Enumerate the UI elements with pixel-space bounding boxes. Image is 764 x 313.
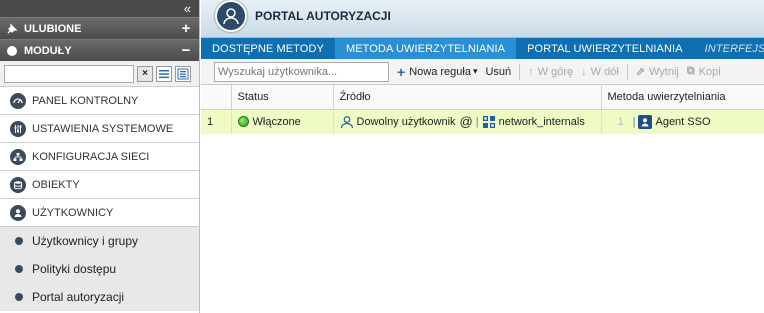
arrow-up-icon: ↑ [528, 65, 534, 78]
submenu-item-label: Portal autoryzacji [32, 290, 125, 304]
move-up-label: W górę [537, 65, 574, 78]
network-objects-icon [482, 115, 496, 129]
delete-button[interactable]: Usuń [485, 66, 511, 78]
menu-item-dashboard[interactable]: PANEL KONTROLNY [0, 87, 199, 115]
new-rule-label: Nowa reguła [409, 65, 471, 78]
tab-available-methods[interactable]: DOSTĘPNE METODY [201, 38, 335, 59]
clear-search-button[interactable]: × [137, 65, 153, 82]
move-up-button[interactable]: ↑ W górę [528, 66, 573, 78]
source-network: network_internals [498, 115, 585, 128]
main-panel: PORTAL AUTORYZACJI DOSTĘPNE METODY METOD… [201, 0, 764, 313]
new-rule-button[interactable]: + Nowa reguła ▾ [397, 64, 477, 80]
status-text: Włączone [252, 115, 301, 128]
at-sign: @ [459, 114, 473, 130]
list-view-icon[interactable] [156, 65, 172, 82]
menu-item-label: USTAWIENIA SYSTEMOWE [32, 122, 174, 135]
favorites-header[interactable]: ULUBIONE + [0, 17, 199, 39]
menu-item-objects[interactable]: OBIEKTY [0, 171, 199, 199]
menu-item-system-settings[interactable]: USTAWIENIA SYSTEMOWE [0, 115, 199, 143]
column-header-index[interactable] [201, 85, 232, 110]
column-header-status[interactable]: Status [231, 85, 334, 110]
table-row[interactable]: 1 Włączone Dowolny użytkownik @ | networ… [201, 109, 764, 134]
cut-label: Wytnij [648, 65, 679, 78]
menu-item-label: OBIEKTY [32, 178, 80, 191]
copy-label: Kopi [698, 65, 721, 78]
favorites-label: ULUBIONE [24, 22, 82, 35]
sidebar: « ULUBIONE + MODUŁY − × PANEL KONTROLNY … [0, 0, 200, 313]
tab-internal-interfaces[interactable]: INTERFEJSY WEWN [694, 38, 764, 59]
bullet-icon [15, 237, 23, 245]
status-cell: Włączone [231, 109, 334, 134]
move-down-label: W dół [590, 65, 619, 78]
method-name: Agent SSO [655, 115, 711, 128]
method-cell: 1 | Agent SSO [601, 109, 764, 134]
separator: | [632, 115, 636, 128]
chevron-down-icon: ▾ [472, 66, 478, 76]
method-index: 1 [617, 115, 624, 128]
column-header-method[interactable]: Metoda uwierzytelniania [601, 85, 764, 110]
tab-auth-method[interactable]: METODA UWIERZYTELNIANIA [334, 38, 517, 59]
toolbar-divider [519, 63, 521, 80]
copy-icon: ⧉ [686, 65, 695, 77]
cut-icon: ⇗ [635, 66, 645, 78]
copy-button[interactable]: ⧉ Kopi [687, 65, 721, 78]
menu-item-users[interactable]: UŻYTKOWNICY [0, 199, 199, 227]
module-search-input[interactable] [4, 64, 134, 83]
submenu-item-label: Polityki dostępu [32, 262, 117, 276]
submenu-item-auth-portal[interactable]: Portal autoryzacji [0, 283, 199, 311]
menu-item-network-config[interactable]: KONFIGURACJA SIECI [0, 143, 199, 171]
menu-item-label: PANEL KONTROLNY [32, 94, 139, 107]
submenu-item-access-policies[interactable]: Polityki dostępu [0, 255, 199, 283]
move-down-button[interactable]: ↓ W dół [581, 66, 619, 78]
submenu-item-label: Użytkownicy i grupy [32, 234, 139, 248]
menu-item-label: KONFIGURACJA SIECI [32, 150, 150, 163]
dashboard-icon [10, 92, 26, 109]
arrow-down-icon: ↓ [581, 65, 587, 78]
source-user: Dowolny użytkownik [356, 115, 456, 128]
pin-icon [6, 22, 18, 35]
page-header: PORTAL AUTORYZACJI [201, 0, 764, 38]
database-icon [10, 176, 26, 193]
separator: | [475, 115, 479, 128]
user-outline-icon [340, 115, 354, 129]
cut-button[interactable]: ⇗ Wytnij [635, 65, 679, 79]
toolbar: + Nowa reguła ▾ Usuń ↑ W górę ↓ W dół ⇗ … [201, 59, 764, 85]
tab-bar: DOSTĘPNE METODY METODA UWIERZYTELNIANIA … [201, 38, 764, 59]
tree-view-icon[interactable] [175, 65, 191, 82]
collapse-sidebar-icon[interactable]: « [184, 2, 191, 15]
toolbar-divider [626, 63, 628, 80]
plus-icon: + [397, 63, 406, 80]
circle-icon [6, 45, 18, 57]
submenu-item-users-groups[interactable]: Użytkownicy i grupy [0, 227, 199, 255]
column-header-source[interactable]: Źródło [333, 85, 602, 110]
bullet-icon [15, 293, 23, 301]
sso-agent-icon [638, 114, 653, 129]
modules-header[interactable]: MODUŁY − [0, 39, 199, 61]
user-search-input[interactable] [214, 61, 389, 82]
modules-label: MODUŁY [24, 44, 72, 57]
table-header-row: Status Źródło Metoda uwierzytelniania [201, 85, 764, 110]
source-cell: Dowolny użytkownik @ | network_internals [333, 109, 602, 134]
bullet-icon [15, 265, 23, 273]
menu-item-label: UŻYTKOWNICY [32, 206, 114, 219]
module-search-bar: × [0, 61, 199, 87]
tab-auth-portal[interactable]: PORTAL UWIERZYTELNIANIA [516, 38, 694, 59]
row-index: 1 [201, 109, 232, 134]
rules-table: Status Źródło Metoda uwierzytelniania 1 … [201, 85, 764, 134]
user-icon [10, 204, 26, 221]
network-icon [10, 148, 26, 165]
delete-label: Usuń [485, 65, 512, 78]
page-title: PORTAL AUTORYZACJI [255, 8, 391, 23]
sliders-icon [10, 120, 26, 137]
collapse-modules-button[interactable]: − [179, 42, 193, 59]
sidebar-top-bar: « [0, 0, 199, 17]
add-favorite-button[interactable]: + [179, 20, 193, 37]
users-submenu: Użytkownicy i grupy Polityki dostępu Por… [0, 227, 199, 311]
status-enabled-icon [237, 116, 249, 128]
user-icon [215, 0, 247, 32]
